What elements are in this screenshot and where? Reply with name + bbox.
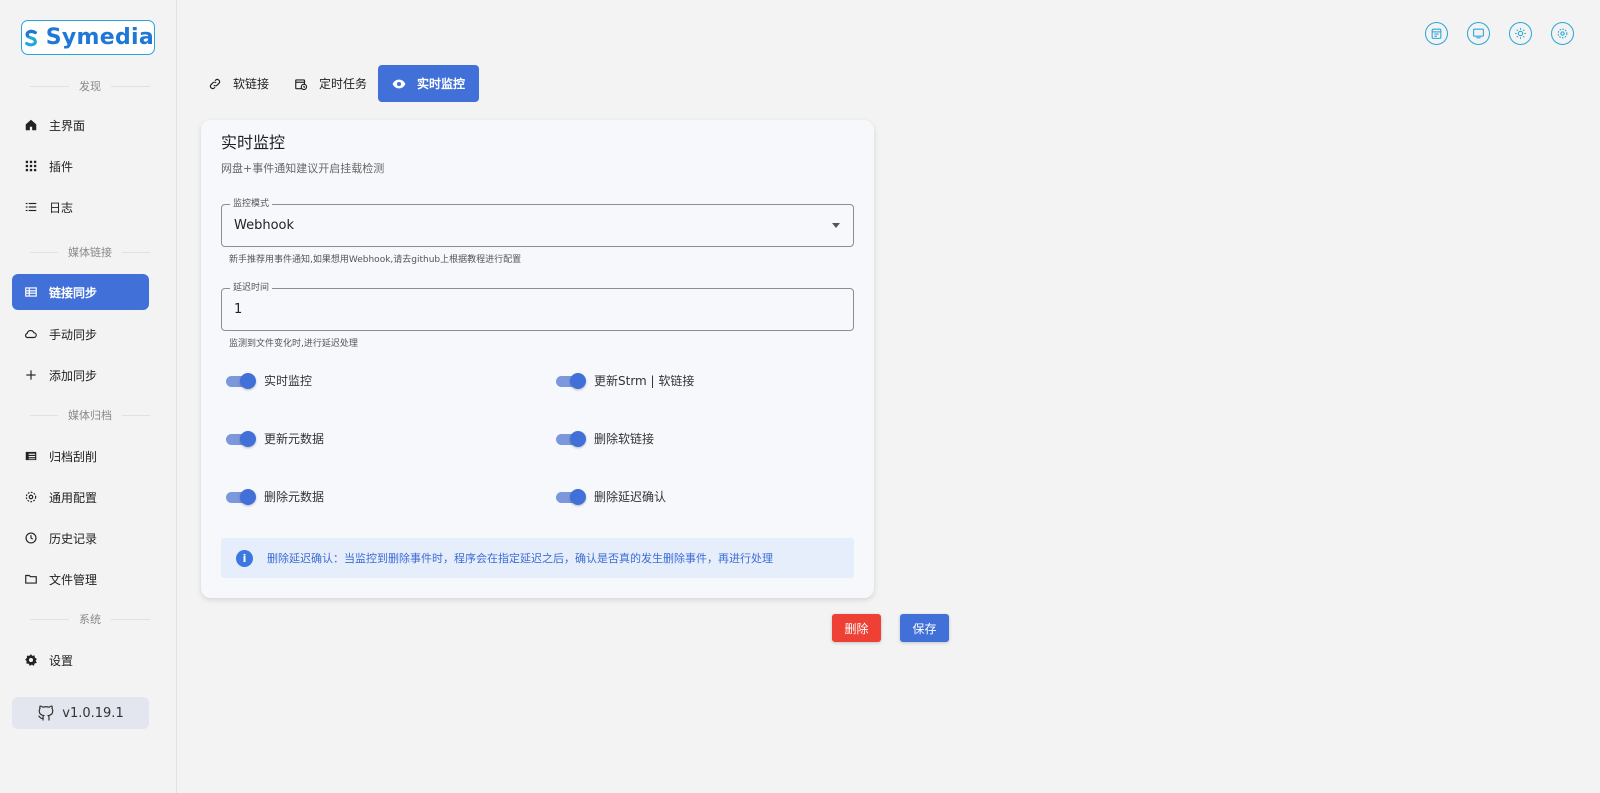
tab-label: 实时监控 [417, 77, 466, 91]
section-label-media-archive: 媒体归档 [20, 407, 160, 423]
version-badge[interactable]: v1.0.19.1 [12, 697, 149, 729]
gear-icon[interactable] [1551, 22, 1574, 45]
section-label-system: 系统 [20, 611, 160, 627]
grid-icon [24, 159, 38, 173]
delete-button[interactable]: 删除 [832, 614, 881, 642]
save-button[interactable]: 保存 [900, 614, 949, 642]
sidebar-item-label: 历史记录 [49, 531, 98, 546]
toggle-label: 更新元数据 [264, 432, 325, 446]
delay-time-input[interactable]: 延迟时间 1 [221, 282, 854, 331]
archive-icon [24, 449, 38, 463]
settings-icon [24, 653, 38, 667]
mode-hint: 新手推荐用事件通知,如果想用Webhook,请去github上根据教程进行配置 [229, 255, 522, 265]
sidebar-item-add-sync[interactable]: 添加同步 [12, 357, 149, 393]
card-title: 实时监控 [221, 133, 286, 152]
cog-icon [24, 490, 38, 504]
toggle-label: 实时监控 [264, 374, 313, 388]
sidebar-item-manual-sync[interactable]: 手动同步 [12, 316, 149, 352]
toggle-switch[interactable] [556, 488, 586, 505]
toggle-delete-metadata[interactable]: 删除元数据 [226, 488, 324, 505]
toggle-delete-symlink[interactable]: 删除软链接 [556, 430, 654, 447]
info-icon: i [236, 549, 253, 567]
list-icon [24, 200, 38, 214]
section-label-discover: 发现 [20, 78, 160, 94]
field-label: 延迟时间 [230, 282, 273, 294]
sidebar-item-label: 日志 [49, 200, 74, 215]
tab-scheduled-tasks[interactable]: 定时任务 [280, 65, 381, 102]
table-icon [24, 285, 38, 299]
toggle-switch[interactable] [226, 488, 256, 505]
toggle-switch[interactable] [556, 372, 586, 389]
home-icon [24, 118, 38, 132]
calendar-icon[interactable] [1425, 22, 1448, 45]
chevron-down-icon [832, 223, 840, 228]
toggle-label: 删除元数据 [264, 490, 325, 504]
delay-hint: 监测到文件变化时,进行延迟处理 [229, 339, 358, 349]
sidebar-item-logs[interactable]: 日志 [12, 189, 149, 225]
sidebar-item-archive-scrape[interactable]: 归档刮削 [12, 438, 149, 474]
sidebar-item-label: 主界面 [49, 118, 86, 133]
field-value: Webhook [234, 218, 295, 233]
plus-icon [24, 368, 38, 382]
toggle-switch[interactable] [226, 372, 256, 389]
info-text: 删除延迟确认：当监控到删除事件时，程序会在指定延迟之后，确认是否真的发生删除事件… [267, 552, 773, 565]
sidebar-item-label: 链接同步 [49, 285, 98, 300]
toggle-label: 删除软链接 [594, 432, 655, 446]
sidebar-item-label: 文件管理 [49, 572, 98, 587]
history-icon [24, 531, 38, 545]
calendar-clock-icon [295, 78, 308, 90]
tab-label: 软链接 [233, 77, 270, 91]
field-label: 监控模式 [230, 198, 273, 210]
toggle-label: 删除延迟确认 [594, 490, 667, 504]
sidebar-item-label: 通用配置 [49, 490, 98, 505]
section-label-media-link: 媒体链接 [20, 244, 160, 260]
monitor-icon[interactable] [1467, 22, 1490, 45]
toggle-switch[interactable] [556, 430, 586, 447]
card-subtitle: 网盘+事件通知建议开启挂载检测 [221, 162, 385, 175]
eye-icon [392, 79, 406, 88]
monitor-mode-select[interactable]: 监控模式 Webhook [221, 198, 854, 247]
logo-s-icon [25, 29, 37, 46]
sidebar-item-label: 手动同步 [49, 327, 98, 342]
sidebar-item-general-config[interactable]: 通用配置 [12, 479, 149, 515]
cloud-sync-icon [24, 327, 38, 341]
sidebar-item-plugins[interactable]: 插件 [12, 148, 149, 184]
toggle-switch[interactable] [226, 430, 256, 447]
logo-text: Symedia [45, 25, 154, 50]
tab-symlink[interactable]: 软链接 [194, 65, 283, 102]
app-logo[interactable]: Symedia [21, 20, 155, 55]
sidebar: Symedia 发现 主界面 插件 日志 媒体链接 链接同步 手动同步 添加同步… [0, 0, 177, 793]
toggle-realtime-monitor[interactable]: 实时监控 [226, 372, 312, 389]
sidebar-item-file-manager[interactable]: 文件管理 [12, 561, 149, 597]
toggle-label: 更新Strm | 软链接 [594, 374, 695, 388]
sidebar-item-label: 插件 [49, 159, 74, 174]
tab-realtime-monitor[interactable]: 实时监控 [378, 65, 480, 102]
folder-icon [24, 572, 38, 586]
version-text: v1.0.19.1 [62, 705, 124, 721]
field-value: 1 [234, 302, 243, 317]
sidebar-item-label: 添加同步 [49, 368, 98, 383]
tab-label: 定时任务 [319, 77, 368, 91]
github-icon [38, 705, 54, 721]
link-icon [209, 78, 221, 89]
header-icons [1425, 22, 1574, 45]
toggle-update-strm[interactable]: 更新Strm | 软链接 [556, 372, 694, 389]
sidebar-item-link-sync[interactable]: 链接同步 [12, 274, 149, 310]
sun-icon[interactable] [1509, 22, 1532, 45]
toggle-update-metadata[interactable]: 更新元数据 [226, 430, 324, 447]
sidebar-item-label: 归档刮削 [49, 449, 98, 464]
monitor-settings-card: 实时监控 网盘+事件通知建议开启挂载检测 监控模式 Webhook 新手推荐用事… [201, 120, 874, 598]
toggle-delete-delay-confirm[interactable]: 删除延迟确认 [556, 488, 666, 505]
sidebar-item-home[interactable]: 主界面 [12, 107, 149, 143]
sidebar-item-label: 设置 [49, 653, 74, 668]
info-alert: i 删除延迟确认：当监控到删除事件时，程序会在指定延迟之后，确认是否真的发生删除… [221, 538, 854, 578]
sidebar-item-history[interactable]: 历史记录 [12, 520, 149, 556]
sidebar-item-settings[interactable]: 设置 [12, 642, 149, 678]
